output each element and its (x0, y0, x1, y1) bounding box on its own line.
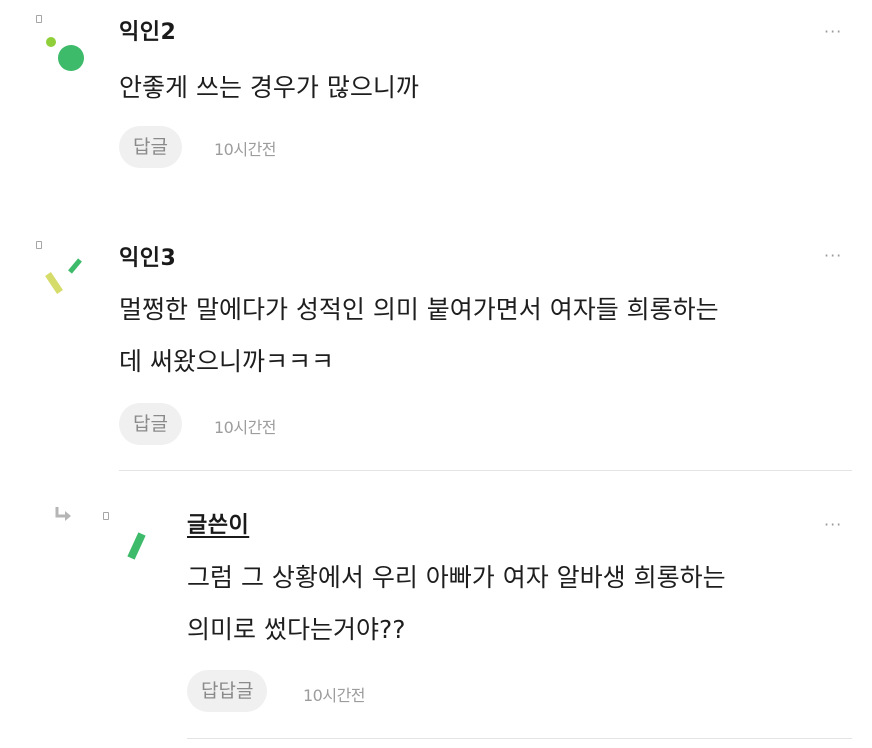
avatar[interactable] (120, 522, 160, 564)
reply-button[interactable]: 답글 (119, 403, 182, 445)
reply-button[interactable]: 답답글 (187, 670, 268, 712)
more-options-button[interactable]: ··· (824, 246, 842, 265)
more-options-button[interactable]: ··· (824, 515, 842, 534)
reply-timestamp: 10시간전 (303, 686, 366, 705)
avatar-marker-icon (103, 512, 109, 520)
divider (187, 738, 852, 739)
reply-arrow-icon (54, 506, 74, 528)
comment-author[interactable]: 익인2 (119, 14, 176, 46)
reply-button[interactable]: 답글 (119, 126, 182, 168)
divider (119, 470, 852, 471)
comment-timestamp: 10시간전 (214, 140, 277, 159)
avatar-marker-icon (36, 241, 42, 249)
avatar[interactable] (38, 30, 88, 74)
comment-text: 안좋게 쓰는 경우가 많으니까 (119, 73, 419, 102)
comment-author[interactable]: 익인3 (119, 240, 176, 272)
comment-text: 멀쩡한 말에다가 성적인 의미 붙여가면서 여자들 희롱하는 데 써왔으니까ㅋㅋ… (119, 295, 719, 376)
avatar[interactable] (40, 254, 90, 300)
reply-author[interactable]: 글쓴이 (187, 507, 249, 539)
comment-timestamp: 10시간전 (214, 418, 277, 437)
more-options-button[interactable]: ··· (824, 22, 842, 41)
reply-text: 그럼 그 상황에서 우리 아빠가 여자 알바생 희롱하는 의미로 썼다는거야?? (187, 563, 726, 644)
avatar-marker-icon (36, 15, 42, 23)
